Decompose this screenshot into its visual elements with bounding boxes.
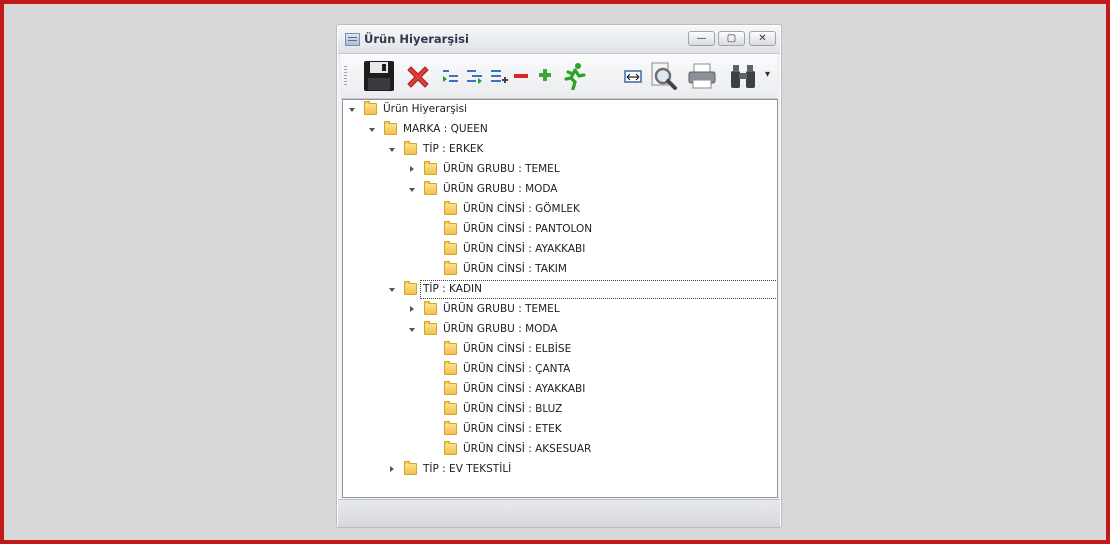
collapse-arrow-icon[interactable]: [409, 188, 415, 192]
tree-node-tip-ev-tekstili[interactable]: TİP : EV TEKSTİLİ: [343, 460, 777, 480]
collapse-arrow-icon[interactable]: [389, 288, 395, 292]
node-label: ÜRÜN GRUBU : MODA: [443, 323, 558, 335]
window-title: Ürün Hiyerarşisi: [364, 32, 469, 46]
fit-width-icon[interactable]: [623, 67, 643, 87]
find-binoculars-icon[interactable]: [728, 62, 758, 90]
add-list-icon[interactable]: [489, 67, 509, 87]
folder-icon: [444, 241, 457, 255]
expand-arrow-icon[interactable]: [390, 466, 394, 472]
node-label: TİP : KADIN: [423, 283, 482, 295]
tree-node-type[interactable]: ÜRÜN CİNSİ : AYAKKABI: [343, 380, 777, 400]
title-bar[interactable]: Ürün Hiyerarşisi — ▢ ✕: [338, 26, 780, 54]
exit-run-icon[interactable]: [561, 62, 587, 90]
maximize-button[interactable]: ▢: [718, 31, 745, 46]
node-label: ÜRÜN CİNSİ : ELBİSE: [463, 343, 572, 355]
tree-node-group[interactable]: ÜRÜN GRUBU : MODA: [343, 320, 777, 340]
node-label: TİP : ERKEK: [423, 143, 484, 155]
folder-icon: [384, 121, 397, 135]
folder-icon: [424, 301, 437, 315]
folder-icon: [424, 161, 437, 175]
expand-arrow-icon[interactable]: [410, 166, 414, 172]
folder-icon: [444, 401, 457, 415]
node-label: MARKA : QUEEN: [403, 123, 488, 135]
folder-icon: [444, 381, 457, 395]
close-icon: ✕: [758, 33, 767, 44]
print-icon[interactable]: [687, 62, 717, 90]
tree-node-type[interactable]: ÜRÜN CİNSİ : ÇANTA: [343, 360, 777, 380]
folder-icon: [444, 201, 457, 215]
save-icon[interactable]: [363, 60, 395, 92]
node-label: ÜRÜN CİNSİ : TAKIM: [463, 263, 567, 275]
folder-icon: [444, 221, 457, 235]
folder-icon: [444, 261, 457, 275]
node-label: ÜRÜN CİNSİ : GÖMLEK: [463, 203, 580, 215]
node-label: ÜRÜN GRUBU : TEMEL: [443, 303, 560, 315]
folder-icon: [404, 281, 417, 295]
node-label: ÜRÜN GRUBU : TEMEL: [443, 163, 560, 175]
delete-icon[interactable]: [404, 63, 432, 91]
tree-window: Ürün Hiyerarşisi — ▢ ✕ ▾ Ürün Hiyerarşis…: [336, 24, 782, 528]
hierarchy-tree[interactable]: Ürün Hiyerarşisi MARKA : QUEEN TİP : ERK…: [342, 99, 778, 498]
tree-node-type[interactable]: ÜRÜN CİNSİ : AYAKKABI: [343, 240, 777, 260]
minimize-button[interactable]: —: [688, 31, 715, 46]
folder-icon: [404, 461, 417, 475]
node-label: ÜRÜN CİNSİ : AYAKKABI: [463, 383, 586, 395]
tree-node-type[interactable]: ÜRÜN CİNSİ : GÖMLEK: [343, 200, 777, 220]
tree-node-type[interactable]: ÜRÜN CİNSİ : BLUZ: [343, 400, 777, 420]
toolbar: ▾: [341, 54, 777, 99]
add-icon[interactable]: [537, 67, 553, 83]
screenshot-frame: Ürün Hiyerarşisi — ▢ ✕ ▾ Ürün Hiyerarşis…: [0, 0, 1110, 544]
node-label: ÜRÜN GRUBU : MODA: [443, 183, 558, 195]
folder-icon: [364, 101, 377, 115]
node-label: TİP : EV TEKSTİLİ: [423, 463, 512, 475]
folder-icon: [404, 141, 417, 155]
collapse-arrow-icon[interactable]: [389, 148, 395, 152]
outdent-icon[interactable]: [441, 67, 461, 87]
tree-node-group[interactable]: ÜRÜN GRUBU : TEMEL: [343, 160, 777, 180]
minimize-icon: —: [696, 33, 707, 44]
print-preview-icon[interactable]: [648, 61, 678, 91]
status-bar: [338, 499, 780, 527]
close-button[interactable]: ✕: [749, 31, 776, 46]
window-icon: [345, 33, 360, 46]
folder-icon: [424, 321, 437, 335]
tree-node-type[interactable]: ÜRÜN CİNSİ : AKSESUAR: [343, 440, 777, 460]
node-label: ÜRÜN CİNSİ : AYAKKABI: [463, 243, 586, 255]
tree-node-root[interactable]: Ürün Hiyerarşisi: [343, 100, 777, 120]
tree-node-type[interactable]: ÜRÜN CİNSİ : PANTOLON: [343, 220, 777, 240]
folder-icon: [444, 421, 457, 435]
maximize-icon: ▢: [726, 33, 737, 44]
tree-node-brand[interactable]: MARKA : QUEEN: [343, 120, 777, 140]
folder-icon: [444, 441, 457, 455]
collapse-arrow-icon[interactable]: [349, 108, 355, 112]
node-label: ÜRÜN CİNSİ : AKSESUAR: [463, 443, 592, 455]
toolbar-grip[interactable]: [344, 66, 347, 86]
tree-node-group[interactable]: ÜRÜN GRUBU : MODA: [343, 180, 777, 200]
tree-node-tip-kadin-selected[interactable]: TİP : KADIN: [343, 280, 777, 300]
expand-arrow-icon[interactable]: [410, 306, 414, 312]
node-label: Ürün Hiyerarşisi: [383, 103, 467, 115]
collapse-arrow-icon[interactable]: [409, 328, 415, 332]
tree-node-tip-erkek[interactable]: TİP : ERKEK: [343, 140, 777, 160]
node-label: ÜRÜN CİNSİ : PANTOLON: [463, 223, 593, 235]
indent-icon[interactable]: [465, 67, 485, 87]
node-label: ÜRÜN CİNSİ : ÇANTA: [463, 363, 571, 375]
folder-icon: [424, 181, 437, 195]
folder-icon: [444, 361, 457, 375]
folder-icon: [444, 341, 457, 355]
tree-node-type[interactable]: ÜRÜN CİNSİ : ETEK: [343, 420, 777, 440]
remove-icon[interactable]: [513, 70, 529, 82]
toolbar-overflow-icon[interactable]: ▾: [765, 69, 770, 80]
tree-node-type[interactable]: ÜRÜN CİNSİ : TAKIM: [343, 260, 777, 280]
tree-node-group[interactable]: ÜRÜN GRUBU : TEMEL: [343, 300, 777, 320]
collapse-arrow-icon[interactable]: [369, 128, 375, 132]
node-label: ÜRÜN CİNSİ : BLUZ: [463, 403, 563, 415]
node-label: ÜRÜN CİNSİ : ETEK: [463, 423, 562, 435]
tree-node-type[interactable]: ÜRÜN CİNSİ : ELBİSE: [343, 340, 777, 360]
